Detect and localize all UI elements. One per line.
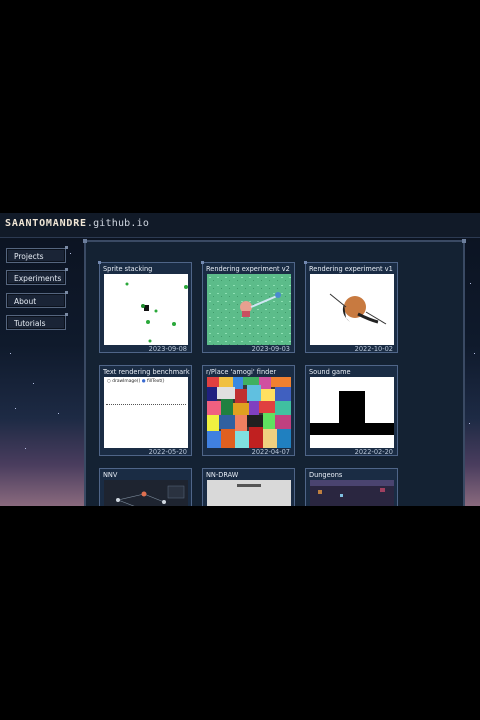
card-title: Dungeons xyxy=(309,471,343,479)
card-thumbnail xyxy=(104,274,188,345)
nnv-thumb xyxy=(104,480,188,506)
sound-game-thumb xyxy=(310,377,394,448)
project-card-rendering-v1[interactable]: Rendering experiment v1 2022-10-02 xyxy=(305,262,398,353)
browser-viewport: SAANTOMANDRE.github.io Projects Experime… xyxy=(0,213,480,506)
site-logo[interactable]: SAANTOMANDRE.github.io xyxy=(5,218,149,229)
card-date: 2023-09-08 xyxy=(148,345,187,353)
card-thumbnail xyxy=(310,480,394,506)
star xyxy=(58,413,59,414)
star xyxy=(33,383,34,384)
card-title: Sprite stacking xyxy=(103,265,153,273)
nav-label: Experiments xyxy=(14,274,62,283)
card-thumbnail: ○ drawImage() ● fillText() xyxy=(104,377,188,448)
card-date: 2022-10-02 xyxy=(354,345,393,353)
projects-panel: Sprite stacking 2023-09-08 Rendering exp… xyxy=(83,239,466,506)
star xyxy=(474,353,475,354)
card-thumbnail xyxy=(310,377,394,448)
logo-brand: SAANTOMANDRE xyxy=(5,218,87,229)
project-card-nn-draw[interactable]: NN-DRAW xyxy=(202,468,295,506)
star xyxy=(10,353,11,354)
site-header: SAANTOMANDRE.github.io xyxy=(0,213,480,238)
radio-on-icon: ● xyxy=(141,379,146,384)
rendering-v2-thumb xyxy=(207,274,291,345)
card-title: NN-DRAW xyxy=(206,471,239,479)
card-thumbnail xyxy=(207,377,291,448)
project-card-text-benchmark[interactable]: Text rendering benchmark ○ drawImage() ●… xyxy=(99,365,192,456)
project-card-sound-game[interactable]: Sound game 2022-02-20 xyxy=(305,365,398,456)
card-title: Text rendering benchmark xyxy=(103,368,190,376)
card-corner-dot xyxy=(304,261,307,264)
project-card-sprite-stacking[interactable]: Sprite stacking 2023-09-08 xyxy=(99,262,192,353)
star xyxy=(470,283,471,284)
nav-tutorials[interactable]: Tutorials xyxy=(6,313,68,330)
star xyxy=(70,253,71,254)
rplace-thumb xyxy=(207,377,291,448)
nav-label: Tutorials xyxy=(14,319,46,328)
radio-label: fillText() xyxy=(146,379,165,384)
card-corner-dot xyxy=(201,261,204,264)
card-date: 2022-02-20 xyxy=(354,448,393,456)
dungeons-thumb xyxy=(310,480,394,506)
card-date: 2022-04-07 xyxy=(251,448,290,456)
card-thumbnail xyxy=(207,480,291,506)
project-card-rendering-v2[interactable]: Rendering experiment v2 2023-09-03 xyxy=(202,262,295,353)
nn-draw-thumb xyxy=(207,480,291,506)
rendering-v1-thumb xyxy=(310,274,394,345)
card-thumbnail xyxy=(104,480,188,506)
card-corner-dot xyxy=(98,261,101,264)
card-thumbnail xyxy=(207,274,291,345)
card-title: Sound game xyxy=(309,368,351,376)
card-title: r/Place 'amogi' finder xyxy=(206,368,277,376)
panel-corner xyxy=(83,239,87,243)
card-thumbnail xyxy=(310,274,394,345)
card-title: Rendering experiment v2 xyxy=(206,265,290,273)
nav-label: Projects xyxy=(14,252,44,261)
star xyxy=(25,448,26,449)
card-date: 2022-05-20 xyxy=(148,448,187,456)
sprite-stacking-thumb xyxy=(104,274,188,345)
nav-label: About xyxy=(14,297,37,306)
card-title: NNV xyxy=(103,471,118,479)
logo-domain: .github.io xyxy=(86,218,150,229)
project-card-nnv[interactable]: NNV xyxy=(99,468,192,506)
nav-projects[interactable]: Projects xyxy=(6,246,68,263)
radio-label: drawImage() xyxy=(112,379,141,384)
card-title: Rendering experiment v1 xyxy=(309,265,393,273)
radio-off-icon: ○ xyxy=(107,379,111,384)
project-card-rplace-finder[interactable]: r/Place 'amogi' finder 2022-04-07 xyxy=(202,365,295,456)
card-date: 2023-09-03 xyxy=(251,345,290,353)
nav-about[interactable]: About xyxy=(6,291,68,308)
benchmark-radio-group: ○ drawImage() ● fillText() xyxy=(107,379,164,384)
star xyxy=(469,423,470,424)
panel-corner xyxy=(462,239,466,243)
nav-experiments[interactable]: Experiments xyxy=(6,268,68,285)
project-card-dungeons[interactable]: Dungeons xyxy=(305,468,398,506)
benchmark-text-line xyxy=(106,404,186,406)
star xyxy=(15,408,16,409)
